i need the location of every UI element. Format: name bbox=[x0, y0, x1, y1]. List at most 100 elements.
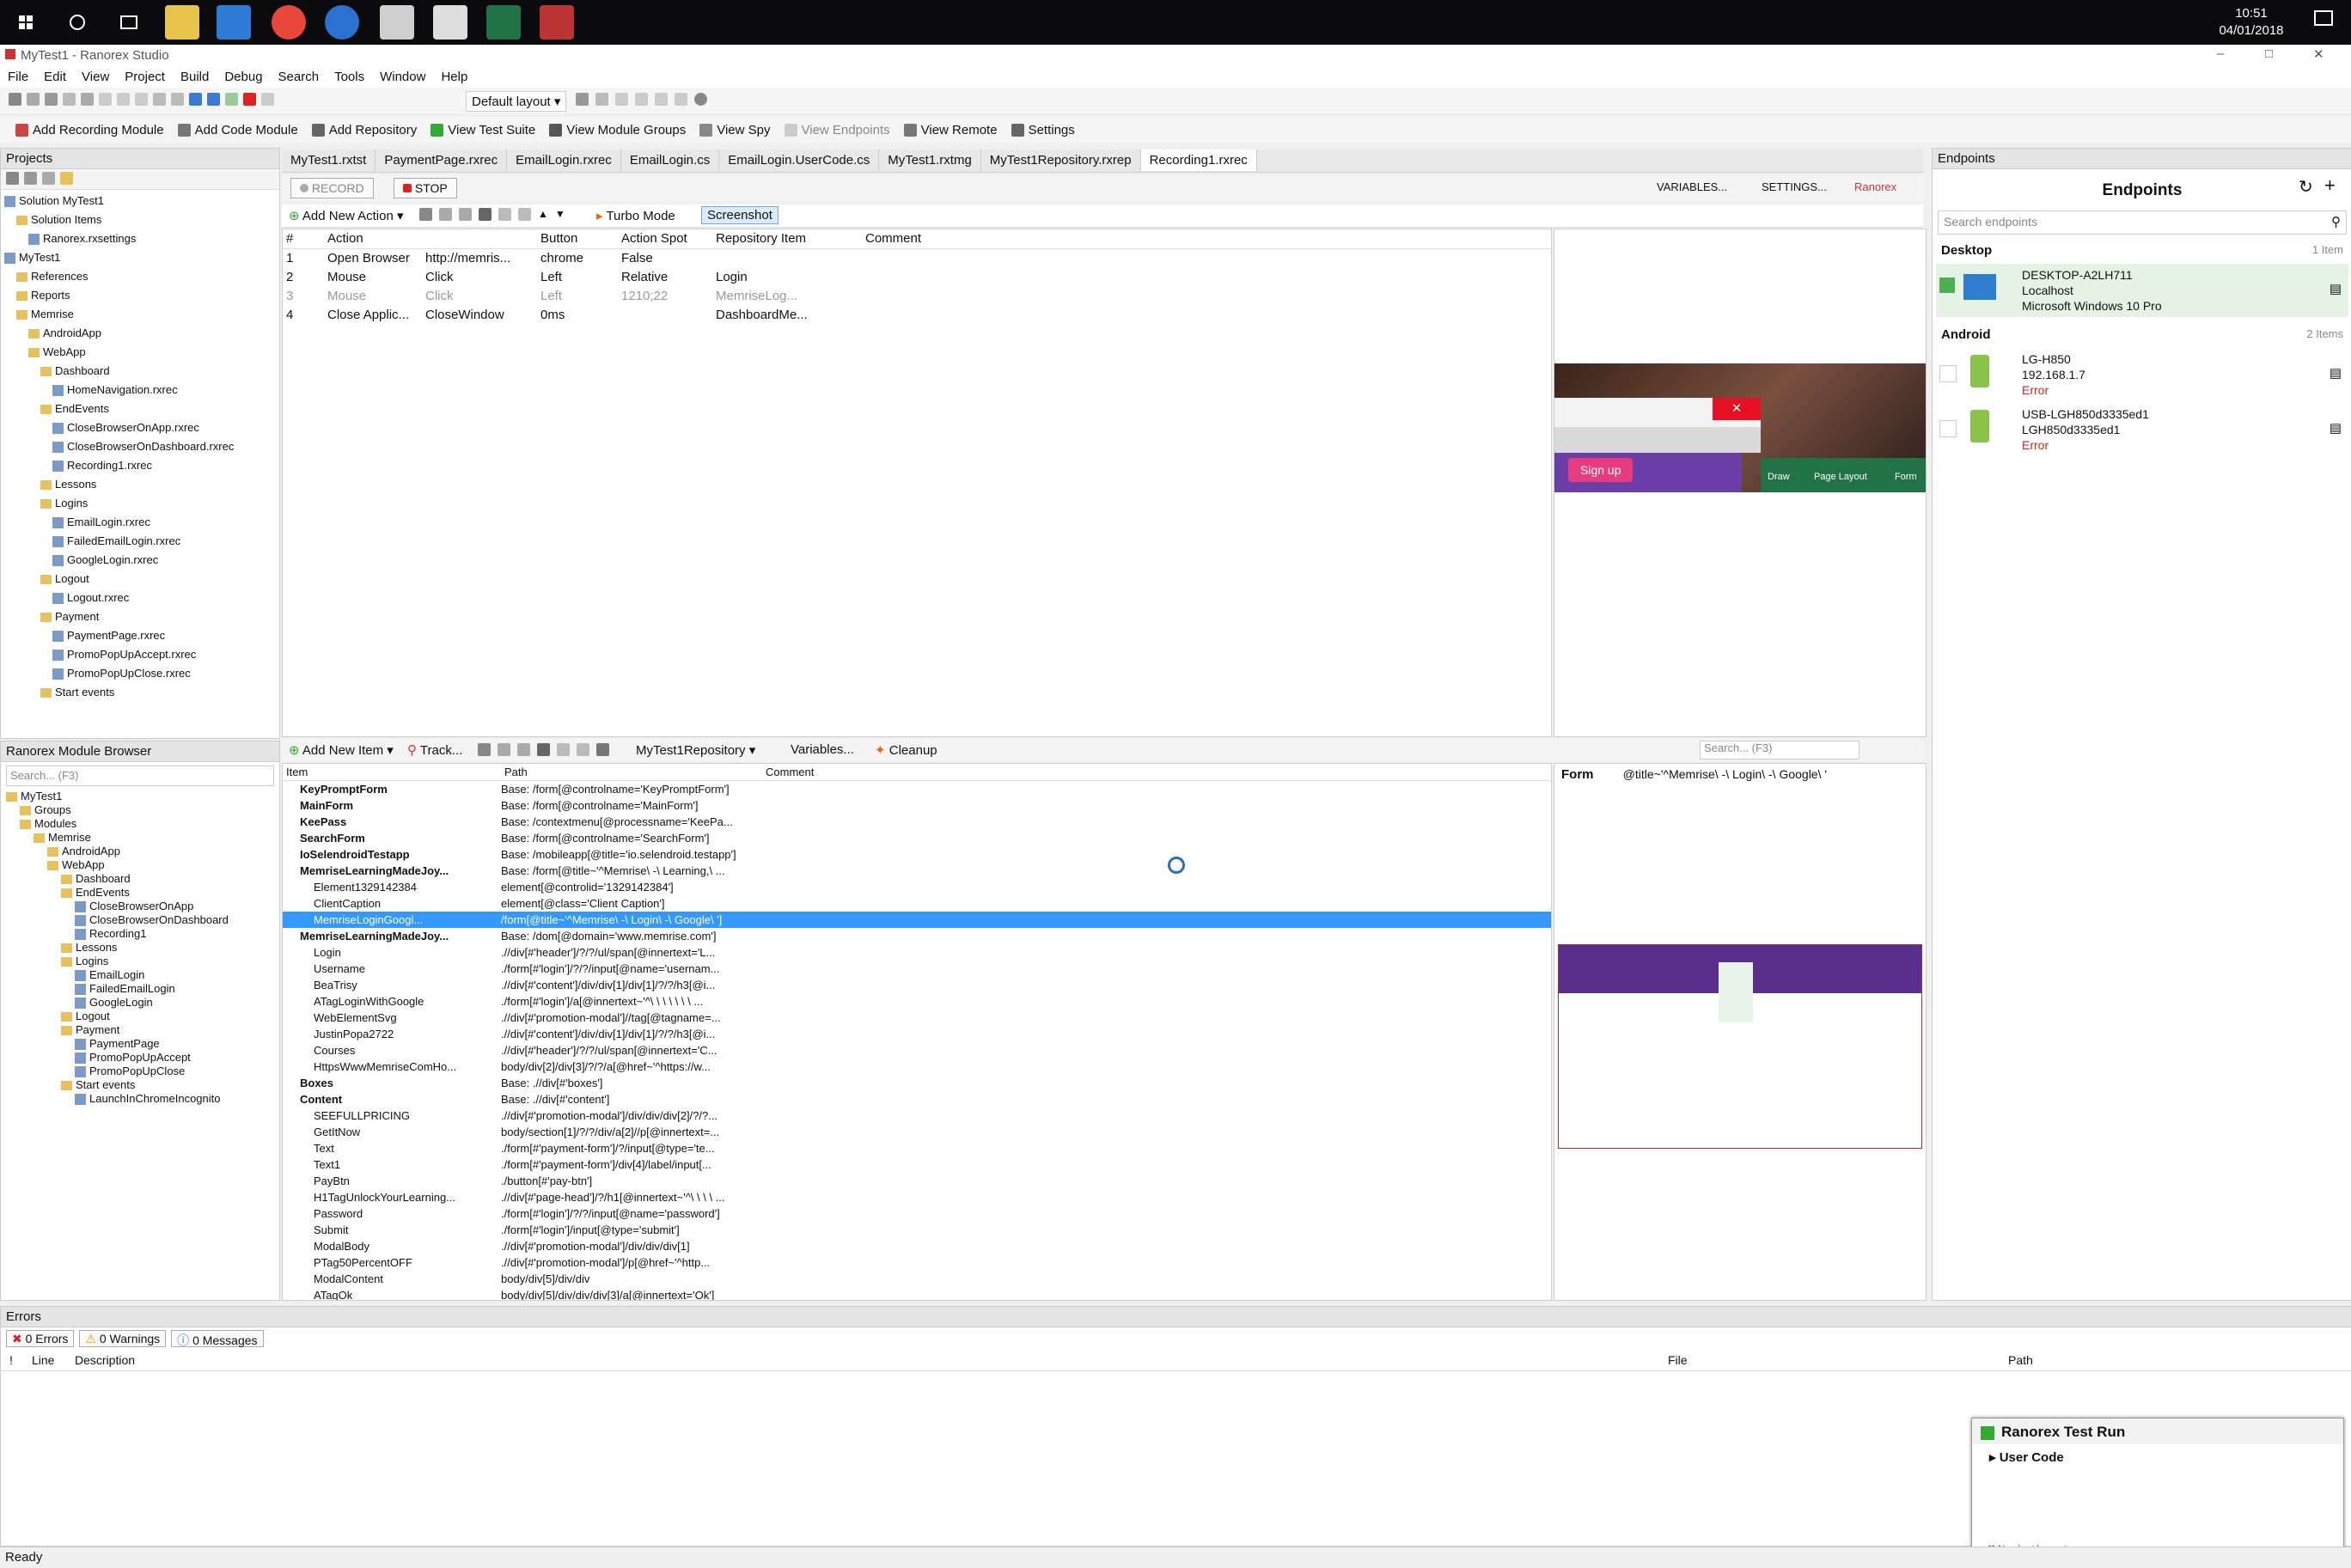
repo-row[interactable]: Text1 ./form[#'payment-form']/div[4]/labe… bbox=[283, 1156, 1551, 1173]
module-tree-item[interactable]: Groups bbox=[6, 803, 274, 817]
repo-variables-button[interactable]: Variables... bbox=[791, 742, 854, 757]
action-column-header[interactable]: Comment bbox=[862, 229, 986, 248]
repo-row[interactable]: ClientCaption element[@class='Client Capt… bbox=[283, 895, 1551, 912]
repo-row[interactable]: Username ./form[#'login']/?/?/input[@name… bbox=[283, 961, 1551, 977]
repo-row[interactable]: MemriseLoginGoogl... /form[@title~'^Memri… bbox=[283, 912, 1551, 928]
module-tree-item[interactable]: EmailLogin bbox=[6, 968, 274, 982]
module-tree-item[interactable]: PromoPopUpClose bbox=[6, 1065, 274, 1078]
undo-icon[interactable] bbox=[557, 743, 570, 756]
save-icon[interactable] bbox=[45, 93, 58, 106]
project-tree-item[interactable]: Lessons bbox=[4, 475, 276, 494]
project-tree-item[interactable]: PaymentPage.rxrec bbox=[4, 626, 276, 645]
build-icon[interactable] bbox=[189, 93, 202, 106]
menu-search[interactable]: Search bbox=[271, 67, 327, 87]
editor-tab[interactable]: EmailLogin.rxrec bbox=[507, 149, 621, 171]
module-tree-item[interactable]: FailedEmailLogin bbox=[6, 982, 274, 996]
module-tree-item[interactable]: Payment bbox=[6, 1023, 274, 1037]
bookmark-next-icon[interactable] bbox=[655, 93, 668, 106]
cut-icon[interactable] bbox=[478, 743, 491, 756]
add-code-module-button[interactable]: Add Code Module bbox=[171, 119, 305, 141]
delete-icon[interactable] bbox=[537, 743, 550, 756]
project-tree-item[interactable]: Logout bbox=[4, 570, 276, 589]
action-column-header[interactable]: Action bbox=[324, 229, 422, 248]
project-tree-item[interactable]: FailedEmailLogin.rxrec bbox=[4, 532, 276, 551]
task-view-icon[interactable] bbox=[112, 5, 146, 40]
project-tree-item[interactable]: GoogleLogin.rxrec bbox=[4, 551, 276, 570]
module-tree-item[interactable]: Lessons bbox=[6, 941, 274, 955]
ranorex-spy-icon[interactable] bbox=[380, 5, 414, 40]
repo-row[interactable]: Login .//div[#'header']/?/?/ul/span[@inne… bbox=[283, 944, 1551, 961]
move-up-icon[interactable]: ▲ bbox=[538, 208, 548, 221]
repo-row[interactable]: Submit ./form[#'login']/input[@type='subm… bbox=[283, 1222, 1551, 1238]
settings-button[interactable]: Settings bbox=[1005, 119, 1082, 141]
view-test-suite-button[interactable]: View Test Suite bbox=[424, 119, 542, 141]
view-endpoints-button[interactable]: View Endpoints bbox=[778, 119, 897, 141]
notification-icon[interactable] bbox=[2311, 7, 2336, 34]
search-icon[interactable]: ⚲ bbox=[2331, 214, 2341, 229]
menu-file[interactable]: File bbox=[0, 67, 36, 87]
recorder-settings-button[interactable]: SETTINGS... bbox=[1762, 180, 1827, 193]
action-column-header[interactable]: Button bbox=[537, 229, 618, 248]
project-tree-item[interactable]: References bbox=[4, 267, 276, 286]
repo-row[interactable]: Text ./form[#'payment-form']/?/input[@typ… bbox=[283, 1140, 1551, 1156]
repository-select[interactable]: MyTest1Repository ▾ bbox=[636, 742, 755, 758]
repo-row[interactable]: SearchForm Base: /form[@controlname='Sear… bbox=[283, 830, 1551, 846]
repo-column-header[interactable]: Comment bbox=[762, 764, 937, 780]
file-explorer-icon[interactable] bbox=[165, 5, 199, 40]
menu-project[interactable]: Project bbox=[117, 67, 173, 87]
clock[interactable]: 10:51 04/01/2018 bbox=[2200, 5, 2303, 40]
repo-row[interactable]: IoSelendroidTestapp Base: /mobileapp[@tit… bbox=[283, 846, 1551, 863]
show-all-icon[interactable] bbox=[24, 172, 37, 185]
project-tree-item[interactable]: MyTest1 bbox=[4, 248, 276, 267]
minimize-icon[interactable]: – bbox=[2217, 46, 2224, 61]
variables-button[interactable]: VARIABLES... bbox=[1657, 180, 1727, 193]
editor-tab[interactable]: MyTest1.rxtst bbox=[282, 149, 376, 171]
project-tree-item[interactable]: Solution Items bbox=[4, 210, 276, 229]
editor-tab[interactable]: PaymentPage.rxrec bbox=[376, 149, 508, 171]
module-search-input[interactable]: Search... (F3) bbox=[6, 766, 274, 786]
chrome-icon[interactable] bbox=[272, 5, 306, 40]
action-row[interactable]: 3 Mouse Click Left 1210;22 MemriseLog... bbox=[283, 287, 1551, 306]
endpoint-android-1[interactable]: LG-H850 192.168.1.7 Error ▤ bbox=[1936, 348, 2348, 403]
project-tree-item[interactable]: Logins bbox=[4, 494, 276, 513]
repo-row[interactable]: KeePass Base: /contextmenu[@processname='… bbox=[283, 814, 1551, 830]
repo-row[interactable]: ATagLoginWithGoogle ./form[#'login']/a[@i… bbox=[283, 993, 1551, 1010]
redo-icon[interactable] bbox=[577, 743, 589, 756]
repo-row[interactable]: JustinPopa2722 .//div[#'content']/div/div… bbox=[283, 1026, 1551, 1042]
module-tree-item[interactable]: AndroidApp bbox=[6, 845, 274, 858]
bookmark-icon[interactable] bbox=[615, 93, 628, 106]
repo-row[interactable]: MainForm Base: /form[@controlname='MainFo… bbox=[283, 797, 1551, 814]
module-tree-item[interactable]: LaunchInChromeIncognito bbox=[6, 1092, 274, 1106]
project-tree-item[interactable]: HomeNavigation.rxrec bbox=[4, 381, 276, 400]
open-icon[interactable] bbox=[27, 93, 40, 106]
menu-tools[interactable]: Tools bbox=[327, 67, 372, 87]
repo-row[interactable]: HttpsWwwMemriseComHo... body/div[2]/div[3… bbox=[283, 1059, 1551, 1075]
project-tree-item[interactable]: CloseBrowserOnApp.rxrec bbox=[4, 418, 276, 437]
turbo-mode-button[interactable]: ▸ Turbo Mode bbox=[596, 208, 675, 223]
editor-tab[interactable]: MyTest1Repository.rxrep bbox=[981, 149, 1141, 171]
add-endpoint-icon[interactable]: + bbox=[2324, 174, 2336, 197]
folder-icon[interactable] bbox=[60, 172, 73, 185]
endpoint-android-2[interactable]: USB-LGH850d3335ed1 LGH850d3335ed1 Error … bbox=[1936, 403, 2348, 458]
endpoint-desktop[interactable]: DESKTOP-A2LH711 Localhost Microsoft Wind… bbox=[1936, 264, 2348, 317]
track-button[interactable]: ⚲ Track... bbox=[407, 742, 462, 758]
repo-search-input[interactable]: Search... (F3) bbox=[1700, 741, 1859, 760]
repo-row[interactable]: PayBtn ./button[#'pay-btn'] bbox=[283, 1173, 1551, 1189]
menu-view[interactable]: View bbox=[74, 67, 117, 87]
errors-filter-button[interactable]: ✖ 0 Errors bbox=[6, 1330, 75, 1347]
collapse-icon[interactable] bbox=[6, 172, 19, 185]
cleanup-button[interactable]: ✦ Cleanup bbox=[875, 742, 937, 758]
action-column-header[interactable]: Repository Item bbox=[712, 229, 862, 248]
project-tree-item[interactable]: Solution MyTest1 bbox=[4, 192, 276, 210]
project-tree-item[interactable]: Logout.rxrec bbox=[4, 589, 276, 607]
bookmark-prev-icon[interactable] bbox=[635, 93, 648, 106]
windows-start-icon[interactable] bbox=[9, 5, 43, 40]
menu-help[interactable]: Help bbox=[433, 67, 475, 87]
col-severity[interactable]: ! bbox=[9, 1353, 13, 1367]
module-tree-item[interactable]: Start events bbox=[6, 1078, 274, 1092]
repo-row[interactable]: GetItNow body/section[1]/?/?/div/a[2]//p[… bbox=[283, 1124, 1551, 1140]
add-new-item-button[interactable]: ⊕ Add New Item ▾ bbox=[289, 742, 394, 758]
project-tree-item[interactable]: Memrise bbox=[4, 305, 276, 324]
project-tree-item[interactable]: EmailLogin.rxrec bbox=[4, 513, 276, 532]
delete-icon[interactable] bbox=[135, 93, 148, 106]
